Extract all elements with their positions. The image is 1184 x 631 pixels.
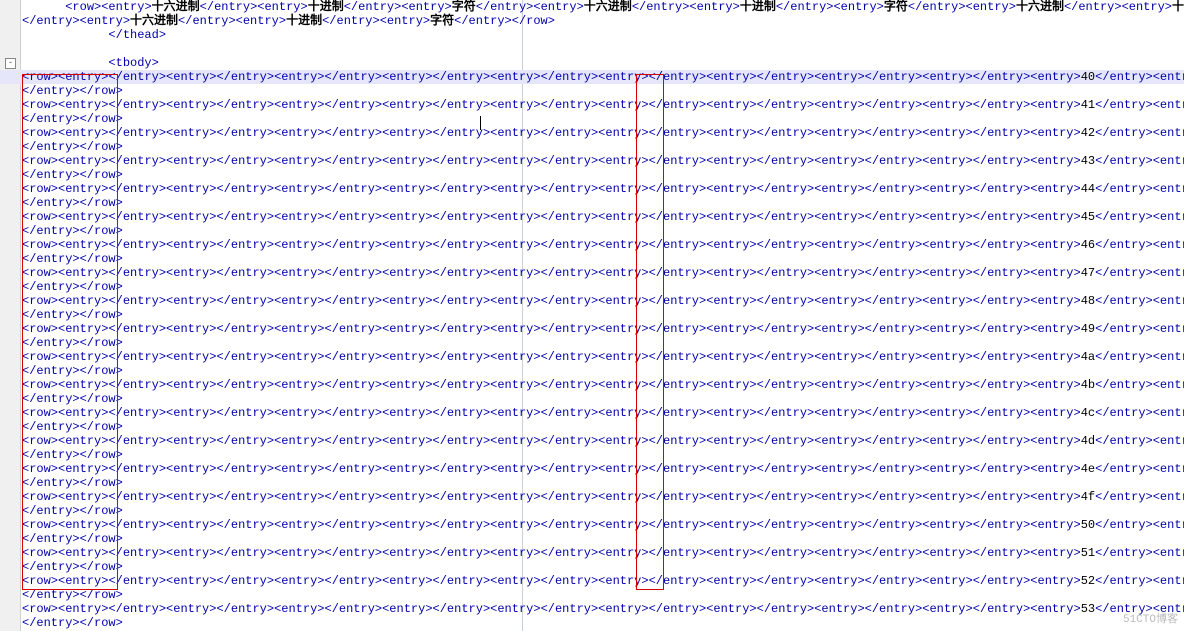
code-line[interactable]: <row><entry></entry><entry></entry><entr… <box>22 266 1184 280</box>
code-line[interactable]: <row><entry></entry><entry></entry><entr… <box>22 238 1184 252</box>
code-line[interactable]: <row><entry></entry><entry></entry><entr… <box>22 154 1184 168</box>
code-line[interactable]: </entry></row> <box>22 364 1184 378</box>
code-line[interactable] <box>22 42 1184 56</box>
watermark-text: 51CTO博客 <box>1123 613 1178 627</box>
code-line[interactable]: <row><entry></entry><entry></entry><entr… <box>22 210 1184 224</box>
code-line[interactable]: <row><entry></entry><entry></entry><entr… <box>22 602 1184 616</box>
code-line[interactable]: </entry></row> <box>22 532 1184 546</box>
code-line[interactable]: </entry></row> <box>22 336 1184 350</box>
code-line[interactable]: <row><entry></entry><entry></entry><entr… <box>22 322 1184 336</box>
code-line[interactable]: </thead> <box>22 28 1184 42</box>
code-line[interactable]: </entry><entry>十六进制</entry><entry>十进制</e… <box>22 14 1184 28</box>
code-line[interactable]: </entry></row> <box>22 224 1184 238</box>
code-line[interactable]: </entry></row> <box>22 140 1184 154</box>
code-line[interactable]: </entry></row> <box>22 196 1184 210</box>
code-line[interactable]: </entry></row> <box>22 504 1184 518</box>
fold-toggle-icon[interactable]: - <box>5 58 16 69</box>
code-line[interactable]: </entry></row> <box>22 308 1184 322</box>
code-line[interactable]: <row><entry></entry><entry></entry><entr… <box>22 126 1184 140</box>
code-line[interactable]: </entry></row> <box>22 616 1184 630</box>
code-line[interactable]: </entry></row> <box>22 448 1184 462</box>
code-line[interactable]: </entry></row> <box>22 588 1184 602</box>
code-line[interactable]: <row><entry></entry><entry></entry><entr… <box>22 490 1184 504</box>
code-line[interactable]: <row><entry></entry><entry></entry><entr… <box>22 546 1184 560</box>
code-line[interactable]: <row><entry></entry><entry></entry><entr… <box>22 98 1184 112</box>
code-editor[interactable]: - <row><entry>十六进制</entry><entry>十进制</en… <box>0 0 1184 631</box>
code-line[interactable]: <row><entry></entry><entry></entry><entr… <box>22 294 1184 308</box>
code-line[interactable]: </entry></row> <box>22 476 1184 490</box>
code-line[interactable]: <tbody> <box>22 56 1184 70</box>
code-line[interactable]: </entry></row> <box>22 84 1184 98</box>
code-line[interactable]: <row><entry></entry><entry></entry><entr… <box>22 574 1184 588</box>
code-line[interactable]: <row><entry></entry><entry></entry><entr… <box>22 406 1184 420</box>
code-line[interactable]: </entry></row> <box>22 252 1184 266</box>
code-line[interactable]: <row><entry></entry><entry></entry><entr… <box>22 350 1184 364</box>
code-line[interactable]: <row><entry></entry><entry></entry><entr… <box>22 182 1184 196</box>
code-line[interactable]: </entry></row> <box>22 112 1184 126</box>
code-line[interactable]: </entry></row> <box>22 560 1184 574</box>
code-line[interactable]: <row><entry></entry><entry></entry><entr… <box>22 462 1184 476</box>
code-line[interactable]: <row><entry></entry><entry></entry><entr… <box>22 518 1184 532</box>
text-cursor <box>480 116 481 130</box>
fold-gutter[interactable]: - <box>0 0 21 631</box>
code-line[interactable]: <row><entry>十六进制</entry><entry>十进制</entr… <box>22 0 1184 14</box>
code-line[interactable]: </entry></row> <box>22 168 1184 182</box>
code-line[interactable]: </entry></row> <box>22 392 1184 406</box>
code-line[interactable]: <row><entry></entry><entry></entry><entr… <box>22 434 1184 448</box>
code-area[interactable]: <row><entry>十六进制</entry><entry>十进制</entr… <box>22 0 1184 631</box>
code-line[interactable]: <row><entry></entry><entry></entry><entr… <box>22 378 1184 392</box>
code-line[interactable]: </entry></row> <box>22 420 1184 434</box>
code-line[interactable]: <row><entry></entry><entry></entry><entr… <box>0 70 1184 84</box>
code-line[interactable]: </entry></row> <box>22 280 1184 294</box>
